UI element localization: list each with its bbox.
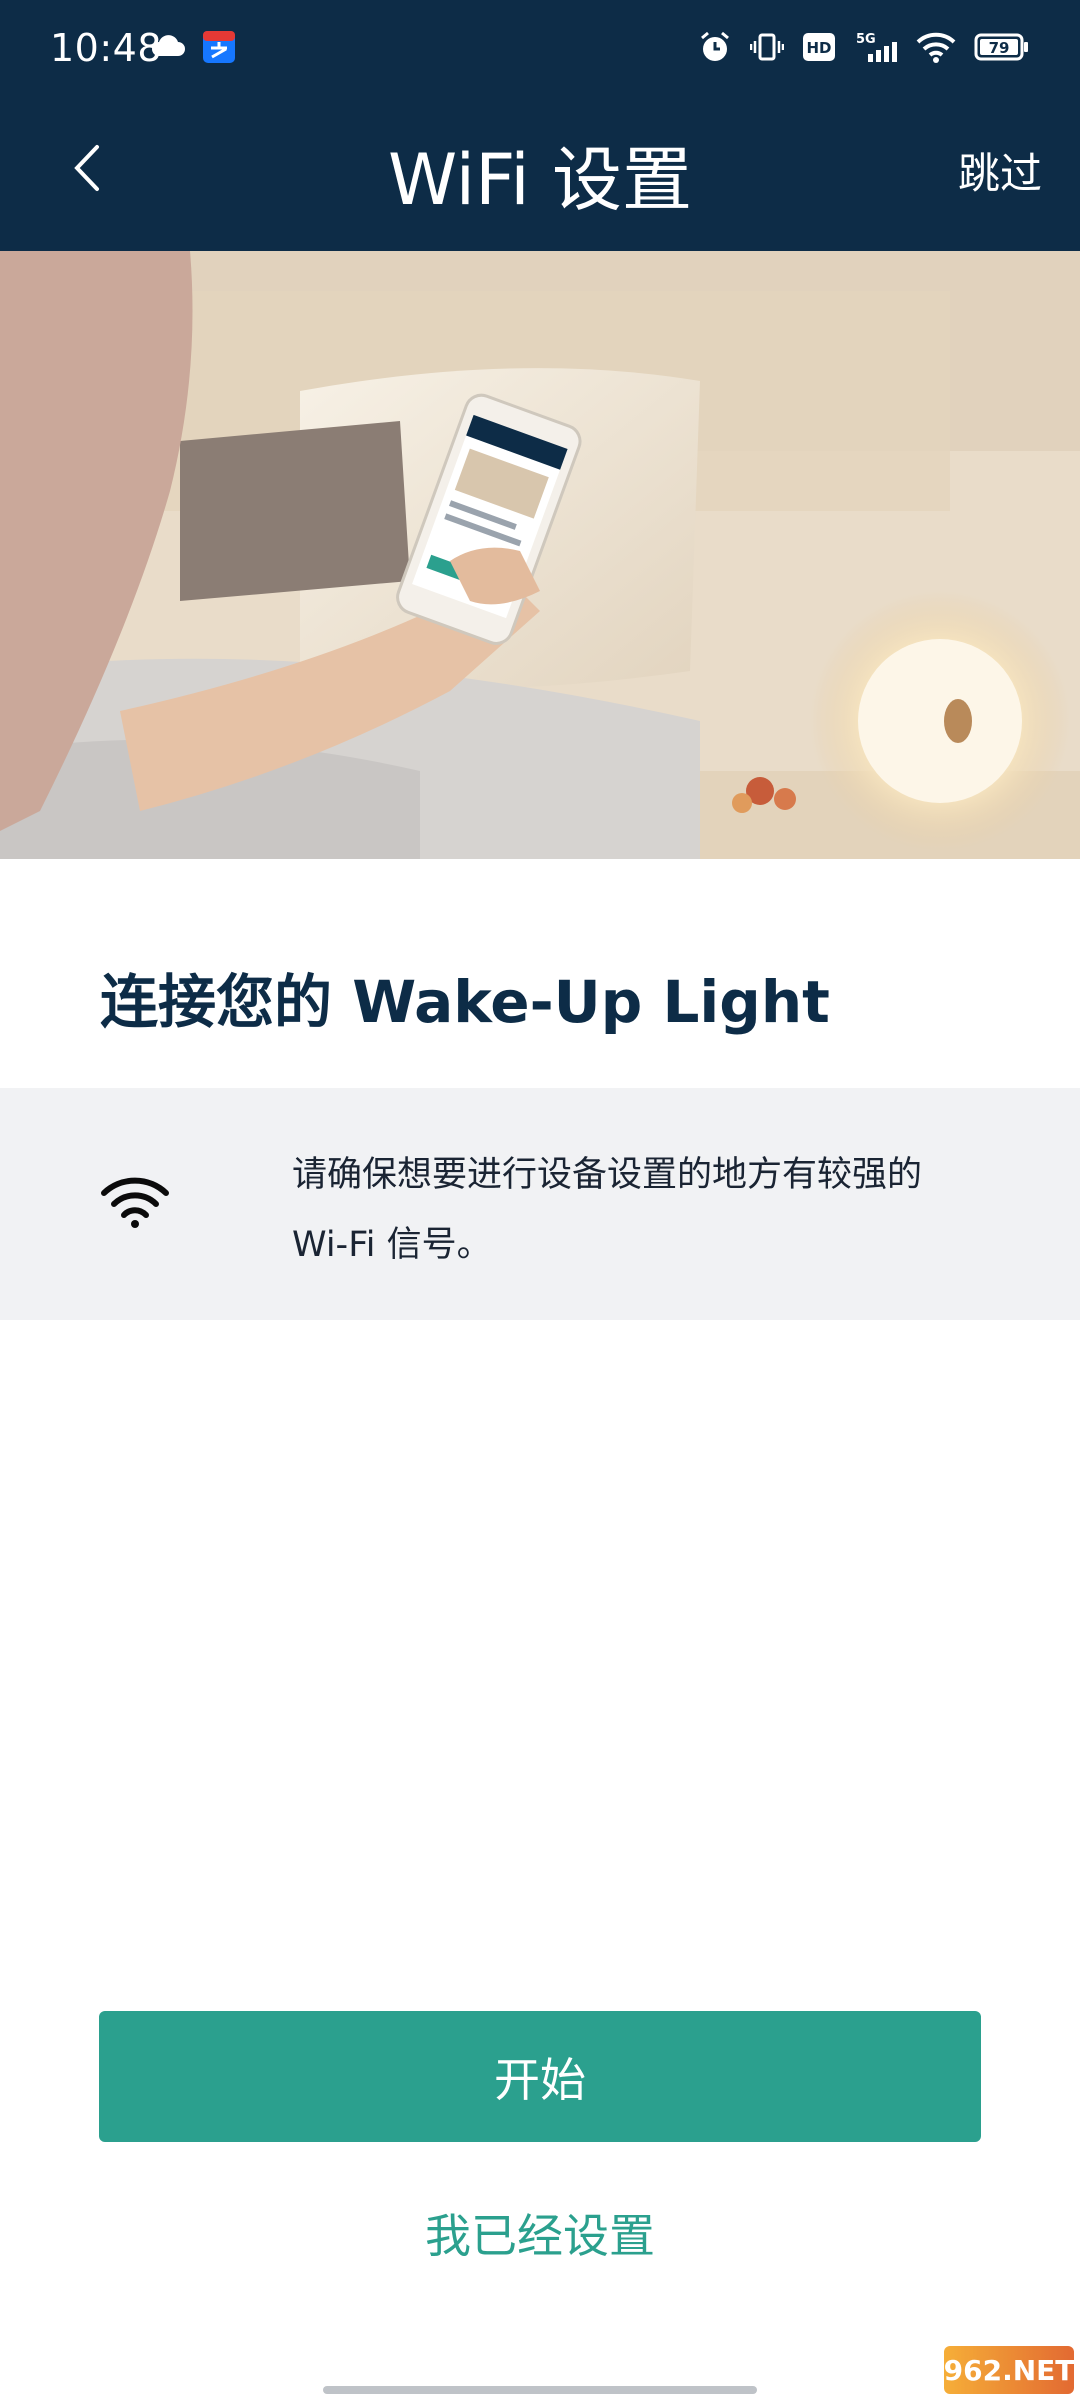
alarm-icon [701,31,729,61]
watermark-logo: 962.NET [944,2346,1074,2394]
hd-icon: HD [803,33,835,61]
hero-illustration [0,251,1080,859]
cellular-5g-icon: 5G [856,32,897,62]
hero-image [0,251,1080,859]
skip-button[interactable]: 跳过 [958,140,1042,201]
start-button[interactable]: 开始 [99,2011,981,2142]
status-time: 10:48 [50,26,163,70]
status-notification-icons [150,30,236,64]
wifi-tip-line-1: 请确保想要进行设备设置的地方有较强的 [292,1155,923,1195]
svg-text:79: 79 [989,39,1010,57]
wifi-status-icon [916,32,956,63]
vibrate-icon [750,33,784,61]
battery-icon: 79 [974,33,1028,61]
alipay-icon [203,31,235,63]
svg-text:HD: HD [806,39,831,57]
wifi-tip-line-2: Wi-Fi 信号。 [292,1225,492,1265]
cloud-icon [152,35,185,56]
headline: 连接您的 Wake-Up Light [100,968,830,1036]
home-indicator[interactable] [323,2386,757,2394]
status-bar: 10:48 HD 5G 79 [0,0,1080,100]
wifi-icon [101,1177,169,1228]
app-header: 10:48 HD 5G 79 WiFi 设置 跳过 [0,0,1080,251]
status-system-icons: HD 5G 79 [698,30,1030,64]
svg-text:5G: 5G [856,32,876,47]
page-title: WiFi 设置 [388,139,692,221]
wifi-tip-text: 请确保想要进行设备设置的地方有较强的 Wi-Fi 信号。 [292,1140,992,1280]
already-set-up-link[interactable]: 我已经设置 [0,2200,1080,2266]
